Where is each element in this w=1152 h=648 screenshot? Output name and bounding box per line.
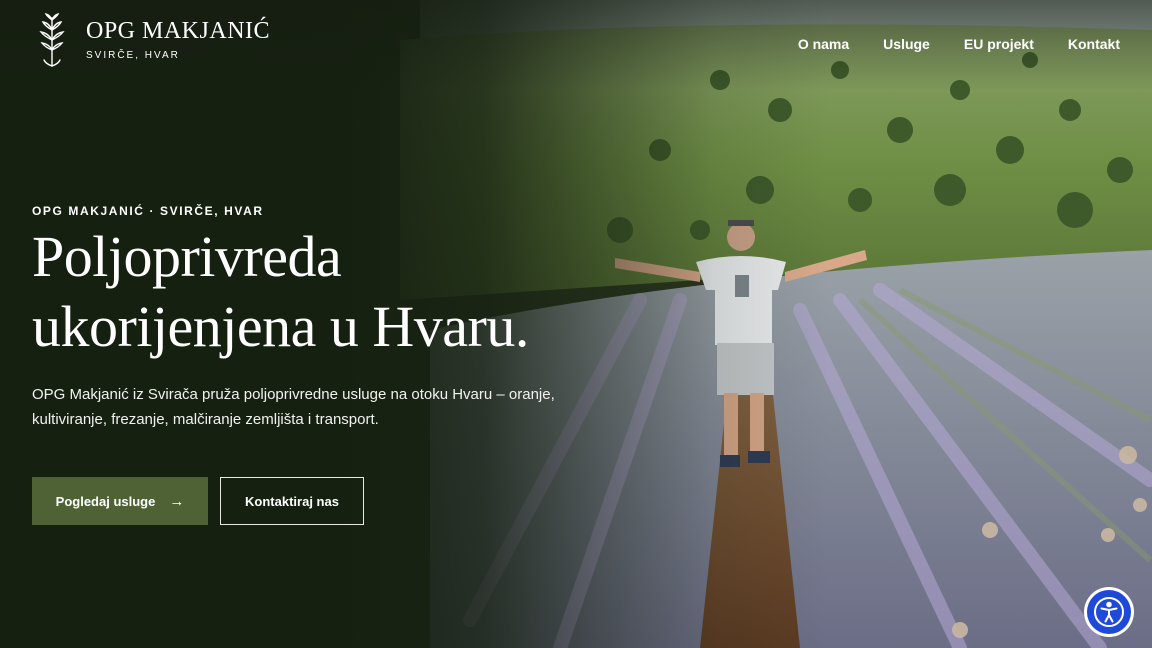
nav-item-o-nama[interactable]: O nama (798, 35, 849, 53)
lavender-sprig-icon (39, 12, 65, 67)
nav-item-kontakt[interactable]: Kontakt (1068, 35, 1120, 53)
hero-section: OPG MAKJANIĆ SVIRČE, HVAR O nama Usluge … (0, 0, 1152, 648)
site-logo[interactable]: OPG MAKJANIĆ SVIRČE, HVAR (36, 12, 270, 68)
view-services-label: Pogledaj usluge (55, 493, 156, 509)
hero-headline: Poljoprivreda ukorijenjena u Hvaru. (32, 222, 632, 362)
hero-eyebrow: OPG MAKJANIĆ · SVIRČE, HVAR (32, 204, 264, 218)
brand-text: OPG MAKJANIĆ SVIRČE, HVAR (86, 19, 270, 61)
hero-lead-text: OPG Makjanić iz Svirača pruža poljoprivr… (32, 386, 555, 428)
contact-us-label: Kontaktiraj nas (245, 493, 339, 509)
hero-headline-line-2: ukorijenjena u Hvaru. (32, 294, 529, 359)
hero-buttons: Pogledaj usluge → Kontaktiraj nas (32, 477, 364, 525)
nav-item-eu-projekt[interactable]: EU projekt (964, 35, 1034, 53)
contact-us-button[interactable]: Kontaktiraj nas (220, 477, 364, 525)
nav-item-usluge[interactable]: Usluge (883, 35, 930, 53)
brand-name: OPG MAKJANIĆ (86, 18, 271, 44)
view-services-button[interactable]: Pogledaj usluge → (32, 477, 208, 525)
accessibility-widget-button[interactable] (1087, 590, 1131, 634)
accessibility-icon (1094, 597, 1124, 627)
brand-location: SVIRČE, HVAR (86, 50, 180, 61)
hero-content: OPG MAKJANIĆ · SVIRČE, HVAR Poljoprivred… (32, 203, 632, 432)
hero-headline-line-1: Poljoprivreda (32, 224, 342, 289)
main-nav: O nama Usluge EU projekt Kontakt (798, 35, 1120, 53)
arrow-right-icon: → (169, 492, 185, 510)
